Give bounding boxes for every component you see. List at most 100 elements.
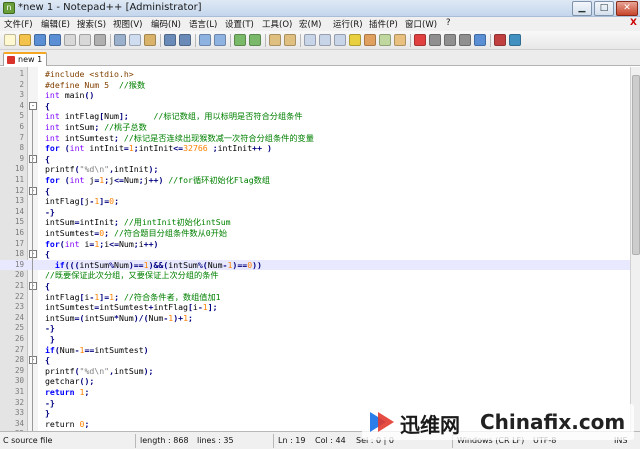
close-all-icon[interactable]	[79, 34, 91, 46]
menu-item-7[interactable]: 工具(O)	[262, 18, 292, 30]
new-file-icon[interactable]	[4, 34, 16, 46]
menu-item-6[interactable]: 设置(T)	[225, 18, 254, 30]
maximize-button[interactable]: □	[594, 1, 614, 16]
code-line[interactable]: 15 intSum=intInit; //用intInit初始化intSum	[0, 217, 630, 228]
function-list-icon[interactable]	[379, 34, 391, 46]
code-line[interactable]: 14 -}	[0, 207, 630, 218]
folder-workspace-icon[interactable]	[394, 34, 406, 46]
undo-icon[interactable]	[164, 34, 176, 46]
document-map-icon[interactable]	[364, 34, 376, 46]
title-bar[interactable]: n *new 1 - Notepad++ [Administrator] ▁ □…	[0, 0, 640, 17]
code-line[interactable]: 31 return 1;	[0, 387, 630, 398]
notepad-plus-plus-window: n *new 1 - Notepad++ [Administrator] ▁ □…	[0, 0, 640, 449]
menu-item-11[interactable]: 窗口(W)	[405, 18, 437, 30]
menu-item-3[interactable]: 视图(V)	[113, 18, 142, 30]
close-document-icon[interactable]: X	[630, 18, 637, 28]
menu-item-9[interactable]: 运行(R)	[333, 18, 363, 30]
code-line[interactable]: 2 #define Num 5 //猴数	[0, 80, 630, 91]
xunwei-logo-icon	[370, 412, 394, 432]
code-line[interactable]: 17 for(int i=1;i<=Num;i++)	[0, 239, 630, 250]
sync-vertical-icon[interactable]	[269, 34, 281, 46]
user-language-icon[interactable]	[349, 34, 361, 46]
save-macro-icon[interactable]	[474, 34, 486, 46]
menu-item-5[interactable]: 语言(L)	[189, 18, 217, 30]
minimize-button[interactable]: ▁	[572, 1, 592, 16]
code-line[interactable]: 5 int intFlag[Num]; //标记数组，用以标明是否符合分组条件	[0, 111, 630, 122]
sync-horizontal-icon[interactable]	[284, 34, 296, 46]
code-line[interactable]: 13 intFlag[j-1]=0;	[0, 196, 630, 207]
menu-item-1[interactable]: 编辑(E)	[41, 18, 70, 30]
plugin-icon-1[interactable]	[494, 34, 506, 46]
code-line[interactable]: 9-{	[0, 154, 630, 165]
zoom-out-icon[interactable]	[249, 34, 261, 46]
code-line[interactable]: 21-{	[0, 281, 630, 292]
menu-item-0[interactable]: 文件(F)	[4, 18, 33, 30]
code-editor[interactable]: 1 #include <stdio.h> 2 #define Num 5 //猴数 3 i…	[0, 67, 630, 431]
fold-toggle-icon[interactable]: -	[29, 101, 37, 110]
code-line[interactable]: 3 int main()	[0, 90, 630, 101]
show-all-chars-icon[interactable]	[319, 34, 331, 46]
code-token: ]=	[99, 196, 110, 207]
record-macro-icon[interactable]	[414, 34, 426, 46]
menu-item-10[interactable]: 插件(P)	[369, 18, 398, 30]
tab-new-1[interactable]: new 1	[3, 52, 47, 66]
menu-item-8[interactable]: 宏(M)	[299, 18, 321, 30]
code-line[interactable]: 27 if(Num-1==intSumtest)	[0, 345, 630, 356]
code-line[interactable]: 25 -}	[0, 323, 630, 334]
paste-icon[interactable]	[144, 34, 156, 46]
menu-item-4[interactable]: 编码(N)	[151, 18, 181, 30]
scrollbar-thumb[interactable]	[632, 75, 640, 255]
fold-toggle-icon[interactable]: -	[29, 154, 37, 163]
stop-record-icon[interactable]	[429, 34, 441, 46]
code-line[interactable]: 6 int intSum; //桃子总数	[0, 122, 630, 133]
save-all-icon[interactable]	[49, 34, 61, 46]
code-token: //for循环初始化Flag数组	[168, 175, 271, 185]
indent-guide-icon[interactable]	[334, 34, 346, 46]
print-icon[interactable]	[94, 34, 106, 46]
code-line[interactable]: 11 for (int j=1;j<=Num;j++) //for循环初始化Fla…	[0, 175, 630, 186]
code-line[interactable]: 24 intSum=(intSum*Num)/(Num-1)+1;	[0, 313, 630, 324]
run-macro-multiple-icon[interactable]	[459, 34, 471, 46]
copy-icon[interactable]	[129, 34, 141, 46]
code-line[interactable]: 16 intSumtest=0; //符合题目分组条件数从0开始	[0, 228, 630, 239]
code-line[interactable]: 20 //既要保证此次分组，又要保证上次分组的条件	[0, 270, 630, 281]
fold-toggle-icon[interactable]: -	[29, 250, 37, 259]
code-line[interactable]: 4-{	[0, 101, 630, 112]
code-line[interactable]: 23 intSumtest=intSumtest+intFlag[i-1];	[0, 302, 630, 313]
code-line[interactable]: 18-{	[0, 249, 630, 260]
code-line[interactable]: 22 intFlag[i-1]=1; //符合条件者，数组值加1	[0, 292, 630, 303]
fold-toggle-icon[interactable]: -	[29, 356, 37, 365]
close-icon[interactable]	[64, 34, 76, 46]
line-number: 19	[14, 259, 24, 269]
code-line[interactable]: 19 if(((intSum%Num)==1)&&(intSum%(Num-1)…	[0, 259, 630, 271]
fold-toggle-icon[interactable]: -	[29, 282, 37, 290]
code-line[interactable]: 26 }	[0, 334, 630, 345]
code-line[interactable]: 30 getchar();	[0, 376, 630, 387]
open-file-icon[interactable]	[19, 34, 31, 46]
code-line[interactable]: 12-{	[0, 186, 630, 197]
menu-item-12[interactable]: ?	[446, 18, 451, 28]
redo-icon[interactable]	[179, 34, 191, 46]
close-button[interactable]: ✕	[616, 1, 638, 16]
code-line[interactable]: 8 for (int intInit=1;intInit<=32766 ;intI…	[0, 143, 630, 154]
code-text: {	[45, 249, 50, 260]
code-line[interactable]: 7 int intSumtest; //标记是否连续出现猴数减一次符合分组条件的变…	[0, 133, 630, 144]
code-line[interactable]: 29 printf("%d\n",intSum);	[0, 366, 630, 377]
code-token: #include <stdio.h>	[45, 69, 134, 79]
plugin-icon-2[interactable]	[509, 34, 521, 46]
save-icon[interactable]	[34, 34, 46, 46]
replace-icon[interactable]	[214, 34, 226, 46]
zoom-in-icon[interactable]	[234, 34, 246, 46]
playback-icon[interactable]	[444, 34, 456, 46]
word-wrap-icon[interactable]	[304, 34, 316, 46]
code-token: intInit	[138, 143, 174, 154]
find-icon[interactable]	[199, 34, 211, 46]
code-line[interactable]: 28-{	[0, 355, 630, 366]
code-line[interactable]: 1 #include <stdio.h>	[0, 69, 630, 80]
menu-item-2[interactable]: 搜索(S)	[77, 18, 106, 30]
cut-icon[interactable]	[114, 34, 126, 46]
notepad-plus-plus-icon[interactable]: n	[3, 2, 15, 14]
fold-toggle-icon[interactable]: -	[29, 186, 37, 195]
code-line[interactable]: 10 printf("%d\n",intInit);	[0, 164, 630, 175]
vertical-scrollbar[interactable]	[630, 67, 640, 431]
